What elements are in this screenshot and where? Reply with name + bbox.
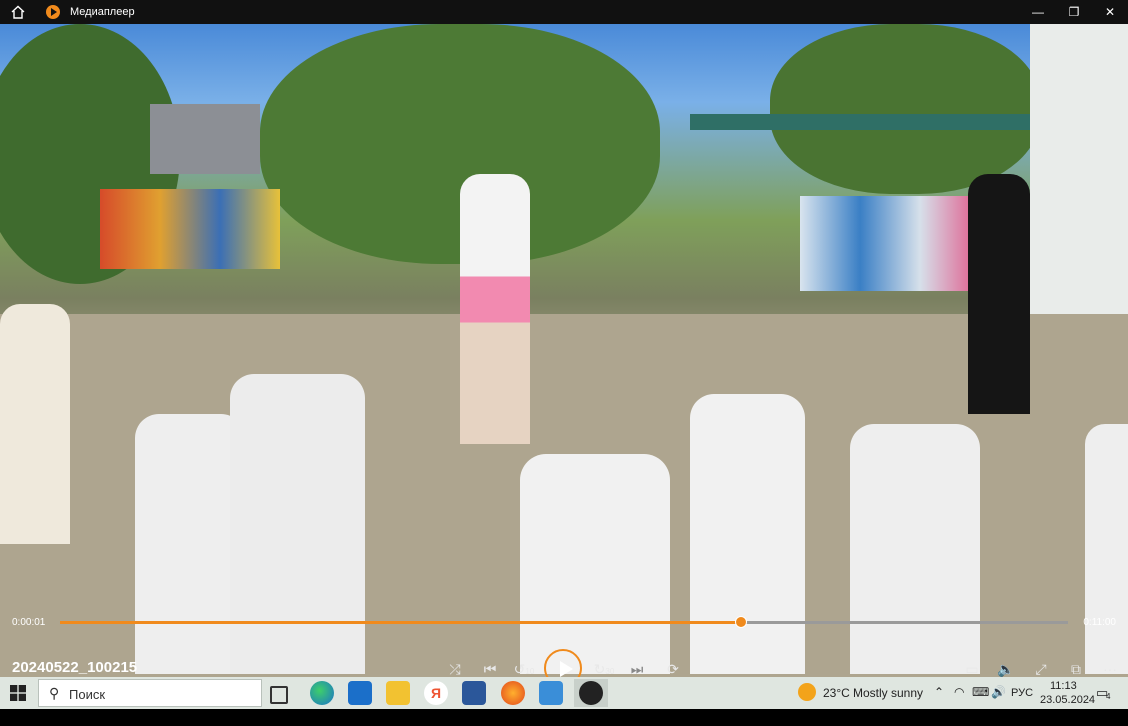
total-time: 0:11:00 bbox=[1083, 617, 1116, 628]
clock-date[interactable]: 23.05.2024 bbox=[1040, 694, 1095, 726]
child bbox=[520, 454, 670, 674]
mural-left bbox=[100, 189, 280, 269]
child bbox=[690, 394, 805, 674]
child bbox=[850, 424, 980, 674]
home-icon[interactable] bbox=[10, 4, 26, 20]
task-view-icon[interactable] bbox=[270, 686, 288, 704]
speaker-icon[interactable]: 🔊 bbox=[991, 685, 1006, 717]
media-player-taskbar-icon[interactable] bbox=[579, 681, 603, 705]
seek-bar[interactable] bbox=[60, 616, 1068, 628]
minimize-button[interactable]: — bbox=[1020, 0, 1056, 24]
shuffle-icon[interactable]: ⤮ bbox=[442, 656, 468, 677]
captions-icon[interactable]: ▭ bbox=[959, 656, 985, 677]
media-title: 20240522_100215 bbox=[12, 659, 138, 676]
close-button[interactable]: ✕ bbox=[1092, 0, 1128, 24]
current-time: 0:00:01 bbox=[12, 617, 46, 628]
repeat-icon[interactable]: ⟳ bbox=[660, 656, 686, 677]
media-player-app-icon bbox=[46, 5, 60, 19]
child bbox=[0, 304, 70, 544]
mail-icon[interactable] bbox=[348, 681, 372, 705]
windows-start-icon[interactable] bbox=[10, 685, 26, 701]
child bbox=[230, 374, 365, 674]
forward-seconds: 30 bbox=[605, 667, 615, 676]
firefox-icon[interactable] bbox=[501, 681, 525, 705]
edge-browser-icon[interactable] bbox=[310, 681, 334, 705]
child bbox=[1085, 424, 1128, 674]
photos-icon[interactable] bbox=[539, 681, 563, 705]
weather-sun-icon[interactable] bbox=[798, 683, 816, 701]
teacher-center bbox=[460, 174, 530, 444]
forward-30-icon[interactable]: ↻30 bbox=[591, 656, 617, 677]
building bbox=[150, 104, 260, 174]
network-icon[interactable]: ◠ bbox=[954, 685, 964, 717]
search-placeholder: Поиск bbox=[69, 687, 106, 702]
weather-condition[interactable]: Mostly sunny bbox=[853, 686, 923, 718]
file-explorer-icon[interactable] bbox=[386, 681, 410, 705]
previous-icon[interactable]: ⏮ bbox=[477, 656, 503, 677]
child bbox=[135, 414, 245, 674]
weather-temperature[interactable]: 23°C bbox=[823, 686, 850, 718]
yandex-browser-icon[interactable]: Я bbox=[424, 681, 448, 705]
more-options-icon[interactable]: ··· bbox=[1097, 656, 1123, 677]
tree-right bbox=[770, 24, 1040, 194]
notification-count: 4 bbox=[1106, 692, 1111, 701]
teacher-right bbox=[968, 174, 1030, 414]
seek-bar-progress bbox=[60, 621, 742, 624]
video-frame[interactable]: 0:00:01 0:11:00 20240522_100215 ⤮ ⏮ ↺10 … bbox=[0, 24, 1128, 677]
rewind-10-icon[interactable]: ↺10 bbox=[511, 656, 537, 677]
forward-arrow-icon: ↻ bbox=[593, 661, 606, 677]
taskbar: ⚲ Поиск Я 23°C Mostly sunny ⌃ ◠ ⌨ 🔊 РУС … bbox=[0, 677, 1128, 709]
rewind-seconds: 10 bbox=[525, 667, 535, 676]
wall-right bbox=[1030, 24, 1128, 364]
fullscreen-icon[interactable]: ⤢ bbox=[1028, 656, 1054, 677]
search-icon: ⚲ bbox=[49, 685, 60, 701]
keyboard-icon[interactable]: ⌨ bbox=[972, 685, 989, 717]
language-indicator[interactable]: РУС bbox=[1011, 687, 1033, 719]
word-icon[interactable] bbox=[462, 681, 486, 705]
miniplayer-icon[interactable]: ⧉ bbox=[1063, 656, 1089, 677]
mural-right bbox=[800, 196, 980, 291]
volume-icon[interactable]: 🔈 bbox=[993, 656, 1019, 677]
taskbar-search[interactable]: ⚲ Поиск bbox=[38, 679, 262, 707]
title-bar: Медиаплеер — ❐ ✕ bbox=[0, 0, 1128, 24]
next-icon[interactable]: ⏭ bbox=[624, 656, 650, 677]
rewind-arrow-icon: ↺ bbox=[513, 661, 526, 677]
window-title: Медиаплеер bbox=[70, 6, 135, 18]
show-hidden-icons-icon[interactable]: ⌃ bbox=[934, 685, 944, 717]
restore-button[interactable]: ❐ bbox=[1056, 0, 1092, 24]
pavilion-roof bbox=[690, 114, 1030, 130]
